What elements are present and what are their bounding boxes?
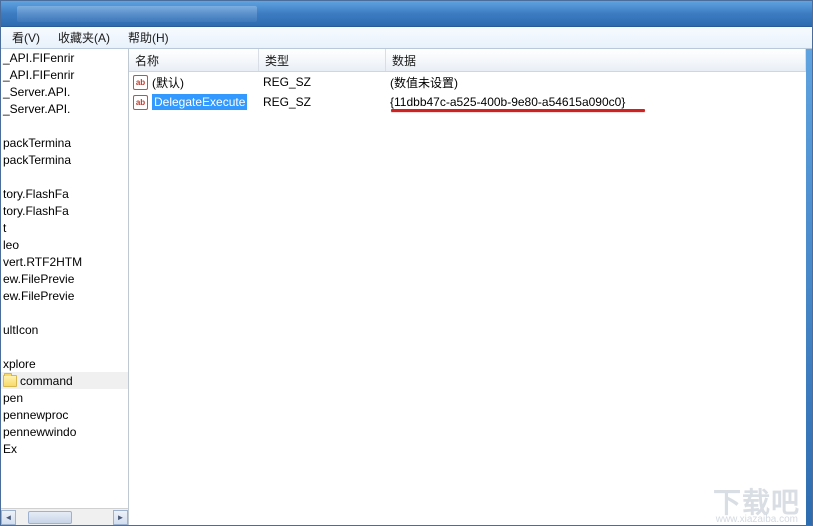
tree-item[interactable]: ew.FilePrevie: [1, 270, 128, 287]
tree-item[interactable]: _Server.API.: [1, 100, 128, 117]
value-type: REG_SZ: [259, 75, 386, 89]
tree-item-label: ew.FilePrevie: [3, 289, 74, 303]
value-data: {11dbb47c-a525-400b-9e80-a54615a090c0}: [386, 95, 806, 109]
column-header-type[interactable]: 类型: [259, 49, 386, 71]
tree-item[interactable]: ultIcon: [1, 321, 128, 338]
list-body[interactable]: ab (默认) REG_SZ(数值未设置) ab DelegateExecute REG_…: [129, 72, 806, 525]
tree-item[interactable]: [1, 168, 128, 185]
tree-item-label: _API.FIFenrir: [3, 68, 74, 82]
tree-item[interactable]: tory.FlashFa: [1, 202, 128, 219]
tree-item[interactable]: xplore: [1, 355, 128, 372]
string-value-icon: ab: [133, 75, 148, 90]
scroll-thumb[interactable]: [28, 511, 72, 524]
main-area: _API.FIFenrir _API.FIFenrir _Server.API. _S…: [1, 49, 812, 525]
tree-item[interactable]: _API.FIFenrir: [1, 49, 128, 66]
tree-item[interactable]: ew.FilePrevie: [1, 287, 128, 304]
column-header-data[interactable]: 数据: [386, 49, 806, 71]
value-name: (默认): [152, 74, 184, 91]
tree-item[interactable]: packTermina: [1, 134, 128, 151]
list-header: 名称 类型 数据: [129, 49, 806, 72]
tree-item[interactable]: t: [1, 219, 128, 236]
tree-item-label: leo: [3, 238, 19, 252]
menu-view[interactable]: 看(V): [3, 26, 49, 49]
tree-item[interactable]: [1, 338, 128, 355]
tree-item[interactable]: Ex: [1, 440, 128, 457]
tree-item-label: Ex: [3, 442, 17, 456]
value-data: (数值未设置): [386, 74, 806, 91]
tree-item[interactable]: [1, 304, 128, 321]
registry-editor-window: 看(V) 收藏夹(A) 帮助(H) _API.FIFenrir_API.FIFe…: [0, 0, 813, 526]
tree-item-label: xplore: [3, 357, 36, 371]
value-name: DelegateExecute: [152, 94, 247, 110]
tree-item-label: _Server.API.: [3, 85, 70, 99]
menubar: 看(V) 收藏夹(A) 帮助(H): [1, 27, 812, 49]
tree-panel[interactable]: _API.FIFenrir _API.FIFenrir _Server.API. _S…: [1, 49, 129, 525]
tree-item-label: pennewwindo: [3, 425, 76, 439]
tree-item[interactable]: pen: [1, 389, 128, 406]
tree-item[interactable]: _API.FIFenrir: [1, 66, 128, 83]
watermark-subtext: www.xiazaiba.com: [716, 514, 798, 525]
registry-value-row[interactable]: ab (默认) REG_SZ(数值未设置): [129, 72, 806, 92]
tree-item-label: packTermina: [3, 136, 71, 150]
watermark-text: 下载吧: [713, 481, 800, 521]
titlebar[interactable]: [1, 1, 812, 27]
list-panel: 名称 类型 数据 ab (默认) REG_SZ(数值未设置) ab DelegateEx…: [129, 49, 806, 525]
tree-item-label: ew.FilePrevie: [3, 272, 74, 286]
tree-item[interactable]: vert.RTF2HTM: [1, 253, 128, 270]
tree-item-label: pennewproc: [3, 408, 68, 422]
tree-item[interactable]: _Server.API.: [1, 83, 128, 100]
tree-item-label: tory.FlashFa: [3, 187, 69, 201]
tree-item[interactable]: tory.FlashFa: [1, 185, 128, 202]
tree-item-label: packTermina: [3, 153, 71, 167]
scroll-left-button[interactable]: ◄: [1, 510, 16, 525]
menu-help[interactable]: 帮助(H): [119, 26, 178, 49]
column-header-name[interactable]: 名称: [129, 49, 259, 71]
string-value-icon: ab: [133, 95, 148, 110]
tree-item[interactable]: packTermina: [1, 151, 128, 168]
tree-item[interactable]: leo: [1, 236, 128, 253]
tree-item-label: command: [20, 374, 73, 388]
tree-item-label: vert.RTF2HTM: [3, 255, 82, 269]
tree-item-label: _Server.API.: [3, 102, 70, 116]
value-type: REG_SZ: [259, 95, 386, 109]
tree-item-label: ultIcon: [3, 323, 38, 337]
tree-item-label: _API.FIFenrir: [3, 51, 74, 65]
tree-item-label: pen: [3, 391, 23, 405]
tree-item[interactable]: pennewproc: [1, 406, 128, 423]
menu-favorites[interactable]: 收藏夹(A): [49, 26, 119, 49]
scroll-right-button[interactable]: ►: [113, 510, 128, 525]
tree-item-label: t: [3, 221, 6, 235]
titlebar-blur: [17, 6, 257, 22]
tree-item[interactable]: [1, 117, 128, 134]
window-right-border: [806, 49, 812, 525]
folder-icon: [3, 375, 17, 387]
scroll-track[interactable]: [16, 510, 113, 525]
tree-horizontal-scrollbar[interactable]: ◄ ►: [1, 508, 128, 525]
tree-item[interactable]: pennewwindo: [1, 423, 128, 440]
tree-item-label: tory.FlashFa: [3, 204, 69, 218]
tree-item[interactable]: command: [1, 372, 128, 389]
red-underline-annotation: [391, 109, 645, 112]
